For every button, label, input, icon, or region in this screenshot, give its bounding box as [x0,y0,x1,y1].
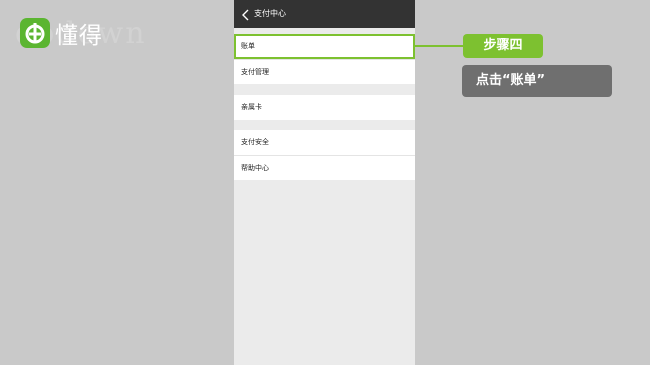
menu-item-payment-management[interactable]: 支付管理 [234,59,415,84]
menu-item-bill[interactable]: 账单 [234,34,415,59]
callout-connector-line [415,45,463,47]
logo-icon [20,18,50,48]
menu-item-help-center[interactable]: 帮助中心 [234,155,415,180]
logo-text: 懂得 [55,23,103,49]
menu-group: 支付安全 帮助中心 [234,130,415,180]
page-title: 支付中心 [254,9,286,18]
step-badge: 步骤四 [463,34,543,58]
menu-item-family-card[interactable]: 亲属卡 [234,95,415,120]
menu-group: 账单 支付管理 [234,34,415,84]
title-bar: 支付中心 [234,0,415,28]
phone-screen: 支付中心 账单 支付管理 亲属卡 支付安全 帮助中心 [234,0,415,365]
menu-item-payment-security[interactable]: 支付安全 [234,130,415,155]
back-arrow-icon[interactable] [240,7,252,21]
menu-group: 亲属卡 [234,95,415,120]
step-description: 点击“账单” [462,65,612,97]
